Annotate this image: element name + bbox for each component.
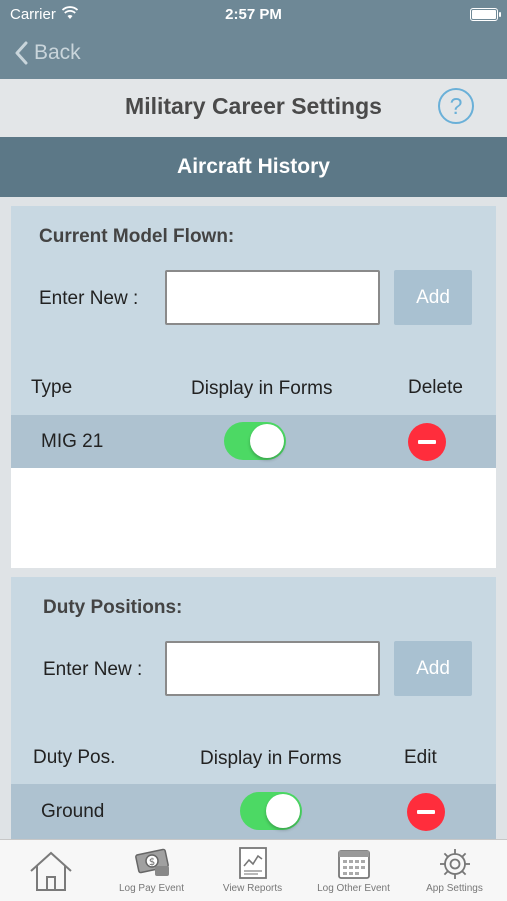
- table-row: MIG 21: [11, 415, 496, 468]
- duty-panel: Duty Positions: Enter New : Add Duty Pos…: [11, 577, 496, 839]
- tab-app-settings[interactable]: App Settings: [404, 840, 505, 901]
- duty-position-value: Ground: [41, 801, 105, 822]
- duty-col-edit: Edit: [404, 747, 437, 768]
- edit-button[interactable]: [407, 793, 445, 831]
- battery-icon: [470, 8, 501, 21]
- money-icon: $: [134, 848, 169, 876]
- model-panel-heading: Current Model Flown:: [39, 226, 235, 247]
- duty-input[interactable]: [165, 641, 380, 696]
- model-add-button[interactable]: Add: [394, 270, 472, 325]
- section-header: Aircraft History: [0, 137, 507, 197]
- help-button[interactable]: ?: [438, 88, 474, 124]
- tab-log-other-event-label: Log Other Event: [317, 883, 390, 894]
- svg-text:$: $: [148, 857, 154, 868]
- duty-col-position: Duty Pos.: [33, 747, 116, 768]
- model-input[interactable]: [165, 270, 380, 325]
- model-col-delete: Delete: [408, 377, 463, 398]
- clock: 2:57 PM: [225, 6, 282, 23]
- chevron-left-icon: [15, 41, 28, 65]
- report-icon: [238, 847, 267, 879]
- display-in-forms-toggle[interactable]: [240, 792, 302, 830]
- tab-view-reports[interactable]: View Reports: [202, 840, 303, 901]
- model-type-value: MIG 21: [41, 431, 104, 452]
- navigation-bar: Carrier 2:57 PM Back: [0, 0, 507, 79]
- home-icon: [29, 851, 72, 891]
- back-label: Back: [34, 41, 81, 64]
- table-row: Ground: [11, 784, 496, 839]
- page-title: Military Career Settings: [125, 93, 382, 119]
- duty-panel-heading: Duty Positions:: [43, 597, 183, 618]
- duty-enter-label: Enter New :: [43, 659, 143, 680]
- tab-log-pay-event[interactable]: $ Log Pay Event: [101, 840, 202, 901]
- back-button[interactable]: Back: [14, 38, 81, 68]
- model-col-display: Display in Forms: [191, 378, 333, 399]
- empty-list-area: [11, 468, 496, 568]
- display-in-forms-toggle[interactable]: [224, 422, 286, 460]
- tab-home[interactable]: [0, 840, 101, 901]
- duty-col-display: Display in Forms: [200, 748, 342, 769]
- title-bar: Military Career Settings ?: [0, 79, 507, 137]
- tab-app-settings-label: App Settings: [426, 883, 483, 894]
- gear-icon: [439, 849, 470, 879]
- model-col-type: Type: [31, 377, 73, 398]
- duty-add-button[interactable]: Add: [394, 641, 472, 696]
- tab-log-pay-event-label: Log Pay Event: [118, 883, 185, 894]
- section-title: Aircraft History: [177, 155, 330, 178]
- model-panel: Current Model Flown: Enter New : Add Typ…: [11, 206, 496, 568]
- calendar-icon: [337, 850, 370, 879]
- tab-bar: $ Log Pay Event View Reports Log Other E…: [0, 839, 507, 901]
- model-enter-label: Enter New :: [39, 288, 139, 309]
- delete-button[interactable]: [408, 423, 446, 461]
- tab-log-other-event[interactable]: Log Other Event: [303, 840, 404, 901]
- tab-view-reports-label: View Reports: [222, 883, 283, 894]
